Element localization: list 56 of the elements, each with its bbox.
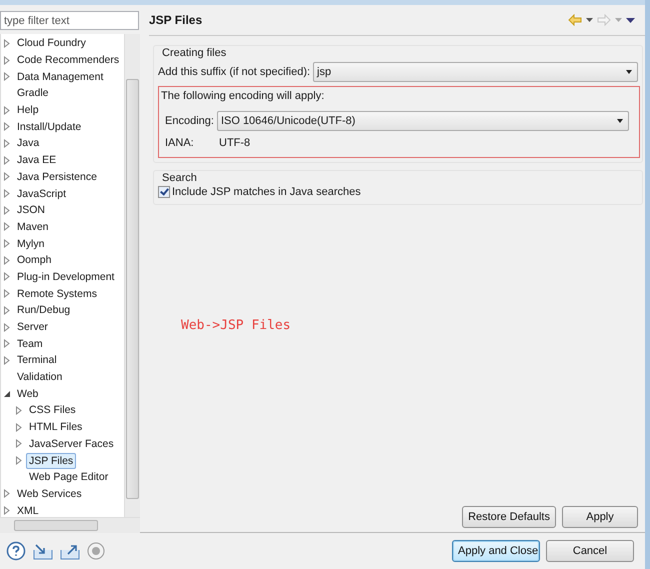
tree-item[interactable]: Code Recommenders xyxy=(14,52,122,68)
suffix-label: Add this suffix (if not specified): xyxy=(158,66,310,78)
tree-item[interactable]: JavaServer Faces xyxy=(26,436,117,452)
tree-item[interactable]: CSS Files xyxy=(26,402,79,418)
tree-item[interactable]: Remote Systems xyxy=(14,286,100,302)
tree-item[interactable]: Run/Debug xyxy=(14,302,74,318)
encoding-note: The following encoding will apply: xyxy=(161,90,326,102)
tree-item[interactable]: Server xyxy=(14,319,51,336)
tree-item[interactable]: Terminal xyxy=(14,352,60,368)
tree-item[interactable]: JSP Files xyxy=(26,452,76,469)
tree-item[interactable]: Plug-in Development xyxy=(14,268,118,285)
view-menu-icon[interactable] xyxy=(626,18,635,22)
export-icon[interactable] xyxy=(60,542,80,560)
tree-item[interactable]: Mylyn xyxy=(14,236,48,252)
dropdown-icon[interactable] xyxy=(586,18,593,22)
record-icon[interactable] xyxy=(87,542,105,560)
dialog-button[interactable]: Cancel xyxy=(546,540,634,562)
tree-item[interactable]: JavaScript xyxy=(14,186,70,202)
checkbox[interactable] xyxy=(158,186,170,198)
iana-value: UTF-8 xyxy=(219,137,250,149)
tree-item[interactable]: Java EE xyxy=(14,152,60,168)
tree-item[interactable]: Java Persistence xyxy=(14,168,100,185)
suffix-dropdown[interactable]: jsp xyxy=(313,62,638,82)
tree-item[interactable]: Web Page Editor xyxy=(26,469,112,486)
tree-item[interactable]: Validation xyxy=(14,369,66,386)
tree-item[interactable]: Maven xyxy=(14,218,52,235)
collapse-arrow-icon[interactable] xyxy=(3,390,11,398)
group-title: Search xyxy=(161,172,198,184)
tree-item[interactable]: Java xyxy=(14,135,42,152)
tree-item[interactable]: JSON xyxy=(14,202,48,218)
checkbox-label[interactable]: Include JSP matches in Java searches xyxy=(172,186,361,198)
tree-item[interactable]: Team xyxy=(14,336,46,352)
encoding-dropdown[interactable]: ISO 10646/Unicode(UTF-8) xyxy=(216,111,629,131)
page-title: JSP Files xyxy=(149,13,202,27)
iana-label: IANA: xyxy=(165,137,195,149)
dialog-button[interactable]: Apply and Close xyxy=(452,540,540,562)
help-icon[interactable] xyxy=(6,541,26,561)
tree-item[interactable]: Data Management xyxy=(14,68,106,85)
tree-item[interactable]: Gradle xyxy=(14,85,52,102)
tree-item[interactable]: Web xyxy=(14,386,42,402)
horizontal-scrollbar[interactable] xyxy=(0,517,140,533)
page-button[interactable]: Restore Defaults xyxy=(462,506,556,528)
vertical-scrollbar[interactable] xyxy=(124,34,140,517)
page-button[interactable]: Apply xyxy=(562,506,638,528)
tree-item[interactable]: Cloud Foundry xyxy=(14,35,89,52)
tree-item[interactable]: Install/Update xyxy=(14,118,84,135)
encoding-label: Encoding: xyxy=(165,115,214,127)
group-title: Creating files xyxy=(161,47,228,59)
tree-item[interactable]: Web Services xyxy=(14,486,85,502)
tree-item[interactable]: Help xyxy=(14,102,42,118)
tree-item[interactable]: Oomph xyxy=(14,252,54,268)
annotation-text: Web->JSP Files xyxy=(181,318,291,333)
tree-item[interactable]: HTML Files xyxy=(26,419,86,436)
tree-item[interactable]: XML xyxy=(14,502,42,519)
import-icon[interactable] xyxy=(33,542,53,560)
filter-field[interactable]: type filter text xyxy=(0,11,139,30)
